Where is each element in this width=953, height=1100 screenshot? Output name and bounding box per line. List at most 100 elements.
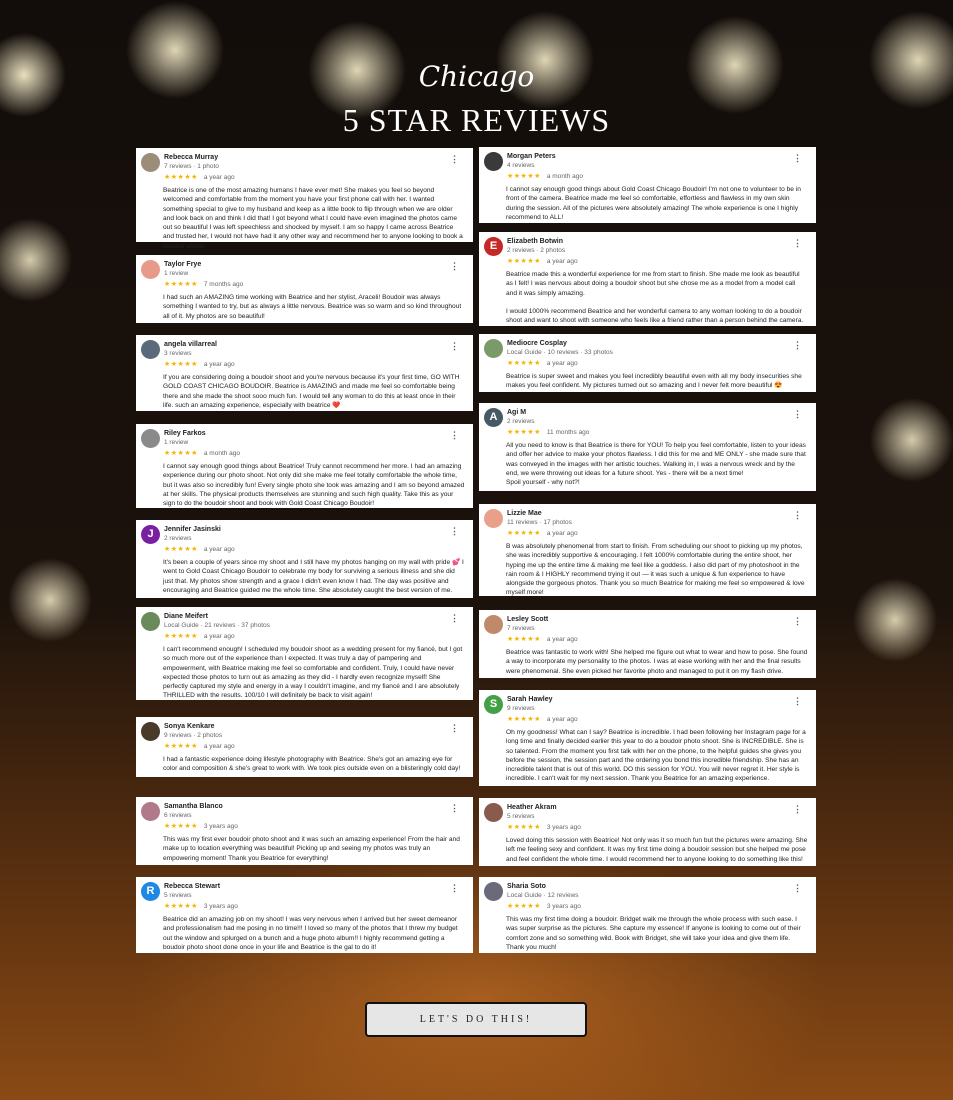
lets-do-this-button[interactable]: LET'S DO THIS! (365, 1002, 587, 1037)
review-card: ⋮ angela villarreal 3 reviews ★★★★★ a year a… (136, 335, 473, 411)
reviewer-avatar[interactable] (484, 152, 503, 171)
reviewer-avatar[interactable] (141, 429, 160, 448)
review-card: ⋮ Mediocre Cosplay Local Guide · 10 review… (479, 334, 816, 392)
reviewer-meta: 2 reviews (164, 535, 192, 542)
more-options-icon[interactable]: ⋮ (450, 883, 459, 894)
reviewer-avatar[interactable] (141, 802, 160, 821)
star-rating-icon: ★★★★★ (164, 546, 198, 553)
rating-row: ★★★★★ a year ago (164, 173, 465, 183)
reviewer-meta: 5 reviews (164, 892, 192, 899)
rating-row: ★★★★★ a year ago (507, 257, 808, 267)
reviewer-avatar[interactable] (141, 340, 160, 359)
review-card: ⋮ Samantha Blanco 6 reviews ★★★★★ 3 years ag… (136, 797, 473, 865)
rating-row: ★★★★★ a year ago (507, 715, 808, 725)
rating-row: ★★★★★ a year ago (507, 635, 808, 645)
more-options-icon[interactable]: ⋮ (450, 803, 459, 814)
reviewer-avatar[interactable] (484, 615, 503, 634)
review-text: I had a fantastic experience doing lifes… (163, 756, 461, 773)
reviewer-avatar[interactable] (484, 882, 503, 901)
reviewer-avatar[interactable]: J (141, 525, 160, 544)
more-options-icon[interactable]: ⋮ (450, 526, 459, 537)
reviewer-avatar[interactable] (141, 260, 160, 279)
reviewer-name[interactable]: Sonya Kenkare (164, 722, 465, 731)
reviewer-avatar[interactable] (484, 803, 503, 822)
review-date: a month ago (546, 173, 584, 180)
reviewer-avatar[interactable] (141, 153, 160, 172)
more-options-icon[interactable]: ⋮ (793, 340, 802, 351)
star-rating-icon: ★★★★★ (507, 636, 541, 643)
review-date: 7 months ago (203, 281, 244, 288)
review-text: I cannot say enough good things about Go… (506, 186, 801, 221)
reviewer-name[interactable]: Agi M (507, 408, 808, 417)
review-text: All you need to know is that Beatrice is… (506, 442, 806, 487)
reviewer-meta: 4 reviews (507, 162, 535, 169)
review-text: Loved doing this session with Beatrice! … (506, 837, 808, 863)
rating-row: ★★★★★ a year ago (507, 359, 808, 369)
more-options-icon[interactable]: ⋮ (450, 723, 459, 734)
review-text: If you are considering doing a boudoir s… (163, 374, 460, 409)
more-options-icon[interactable]: ⋮ (793, 696, 802, 707)
review-text: Beatrice is one of the most amazing huma… (163, 187, 463, 250)
review-date: a year ago (546, 530, 578, 537)
more-options-icon[interactable]: ⋮ (793, 409, 802, 420)
more-options-icon[interactable]: ⋮ (793, 804, 802, 815)
reviewer-meta: 3 reviews (164, 350, 192, 357)
reviewer-name[interactable]: Lizzie Mae (507, 509, 808, 518)
more-options-icon[interactable]: ⋮ (793, 616, 802, 627)
review-text: Beatrice did an amazing job on my shoot!… (163, 916, 458, 951)
review-text: Beatrice was fantastic to work with! She… (506, 649, 808, 675)
reviewer-meta: 2 reviews (507, 418, 535, 425)
reviewer-name[interactable]: Taylor Frye (164, 260, 465, 269)
star-rating-icon: ★★★★★ (164, 281, 198, 288)
more-options-icon[interactable]: ⋮ (450, 154, 459, 165)
star-rating-icon: ★★★★★ (164, 450, 198, 457)
more-options-icon[interactable]: ⋮ (450, 341, 459, 352)
reviewer-name[interactable]: Heather Akram (507, 803, 808, 812)
rating-row: ★★★★★ a month ago (164, 449, 465, 459)
more-options-icon[interactable]: ⋮ (793, 238, 802, 249)
star-rating-icon: ★★★★★ (507, 716, 541, 723)
review-date: a month ago (203, 450, 241, 457)
reviewer-name[interactable]: Rebecca Murray (164, 153, 465, 162)
reviewer-name[interactable]: Rebecca Stewart (164, 882, 465, 891)
reviewer-name[interactable]: Mediocre Cosplay (507, 339, 808, 348)
reviewer-name[interactable]: Riley Farkos (164, 429, 465, 438)
reviewer-meta: 1 review (164, 270, 189, 277)
reviewer-avatar[interactable] (484, 509, 503, 528)
review-date: 3 years ago (203, 823, 238, 830)
review-card: ⋮ Riley Farkos 1 review ★★★★★ a month ago I c… (136, 424, 473, 508)
reviewer-name[interactable]: Elizabeth Botwin (507, 237, 808, 246)
rating-row: ★★★★★ a year ago (164, 360, 465, 370)
more-options-icon[interactable]: ⋮ (793, 153, 802, 164)
rating-row: ★★★★★ 7 months ago (164, 280, 465, 290)
review-card: ⋮ Sharia Soto Local Guide · 12 reviews ★★★★… (479, 877, 816, 953)
reviewer-meta: 11 reviews · 17 photos (507, 519, 572, 526)
reviewer-name[interactable]: Jennifer Jasinski (164, 525, 465, 534)
more-options-icon[interactable]: ⋮ (450, 613, 459, 624)
reviewer-name[interactable]: Morgan Peters (507, 152, 808, 161)
review-date: a year ago (203, 361, 235, 368)
reviewer-name[interactable]: angela villarreal (164, 340, 465, 349)
review-text: This was my first ever boudoir photo sho… (163, 836, 460, 862)
reviewer-name[interactable]: Diane Meifert (164, 612, 465, 621)
review-card: R ⋮ Rebecca Stewart 5 reviews ★★★★★ 3 years a… (136, 877, 473, 953)
review-card: ⋮ Rebecca Murray 7 reviews · 1 photo ★★★★★ a… (136, 148, 473, 250)
more-options-icon[interactable]: ⋮ (450, 261, 459, 272)
reviewer-avatar[interactable]: E (484, 237, 503, 256)
reviewer-avatar[interactable]: R (141, 882, 160, 901)
reviewer-name[interactable]: Lesley Scott (507, 615, 808, 624)
reviewer-avatar[interactable] (141, 722, 160, 741)
reviewer-meta: 7 reviews (507, 625, 535, 632)
more-options-icon[interactable]: ⋮ (793, 883, 802, 894)
reviewer-avatar[interactable]: A (484, 408, 503, 427)
review-date: a year ago (203, 743, 235, 750)
more-options-icon[interactable]: ⋮ (450, 430, 459, 441)
reviewer-avatar[interactable]: S (484, 695, 503, 714)
reviewer-avatar[interactable] (141, 612, 160, 631)
reviewer-name[interactable]: Sharia Soto (507, 882, 808, 891)
review-text: B was absolutely phenomenal from start t… (506, 543, 805, 597)
reviewer-name[interactable]: Sarah Hawley (507, 695, 808, 704)
more-options-icon[interactable]: ⋮ (793, 510, 802, 521)
reviewer-avatar[interactable] (484, 339, 503, 358)
reviewer-name[interactable]: Samantha Blanco (164, 802, 465, 811)
